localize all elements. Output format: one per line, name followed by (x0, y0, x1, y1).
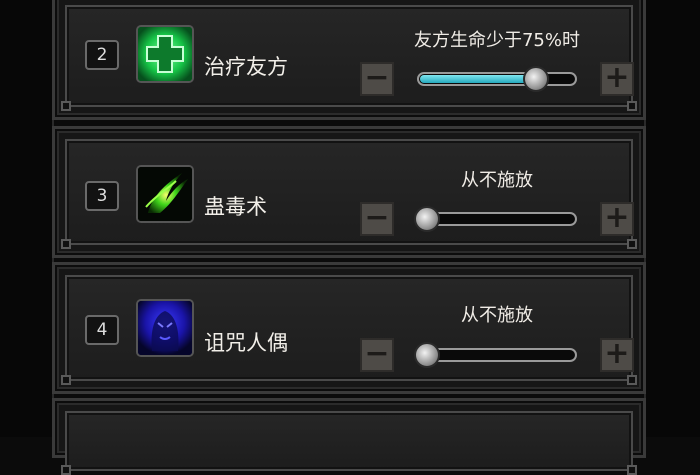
condition-slider[interactable] (414, 342, 577, 368)
slider-knob[interactable] (414, 342, 440, 368)
skill-card: 4 诅咒人偶 从不施放 − + (61, 275, 637, 385)
left-border (0, 0, 54, 437)
slider-knob[interactable] (523, 66, 549, 92)
skill-number: 3 (85, 181, 119, 211)
green-cross-heal-icon (136, 25, 194, 83)
skill-card (61, 411, 637, 475)
increase-button[interactable]: + (600, 202, 634, 236)
skill-name: 诅咒人偶 (204, 331, 288, 355)
slider-knob[interactable] (414, 206, 440, 232)
decrease-button[interactable]: − (360, 202, 394, 236)
decrease-button[interactable]: − (360, 62, 394, 96)
skill-card: 2 治疗友方 友方生命少于75%时 − + (61, 5, 637, 111)
green-poison-claw-icon (136, 165, 194, 223)
decrease-button[interactable]: − (360, 338, 394, 372)
blue-curse-doll-icon (136, 299, 194, 357)
skill-condition: 从不施放 (461, 170, 533, 191)
skill-name: 治疗友方 (204, 55, 288, 79)
increase-button[interactable]: + (600, 62, 634, 96)
skill-card: 3 蛊毒术 从不施放 − + (61, 139, 637, 249)
skill-name: 蛊毒术 (204, 195, 267, 219)
skill-number: 2 (85, 40, 119, 70)
skill-row: 2 治疗友方 友方生命少于75%时 − + (52, 0, 646, 120)
condition-slider[interactable] (417, 66, 577, 92)
slider-fill (420, 75, 534, 83)
condition-slider[interactable] (414, 206, 577, 232)
skill-number: 4 (85, 315, 119, 345)
skill-row (52, 398, 646, 475)
right-border (644, 0, 700, 437)
skill-condition: 从不施放 (461, 305, 533, 326)
skill-row: 4 诅咒人偶 从不施放 − + (52, 262, 646, 394)
increase-button[interactable]: + (600, 338, 634, 372)
skill-row: 3 蛊毒术 从不施放 − + (52, 126, 646, 258)
skill-condition: 友方生命少于75%时 (413, 30, 580, 51)
